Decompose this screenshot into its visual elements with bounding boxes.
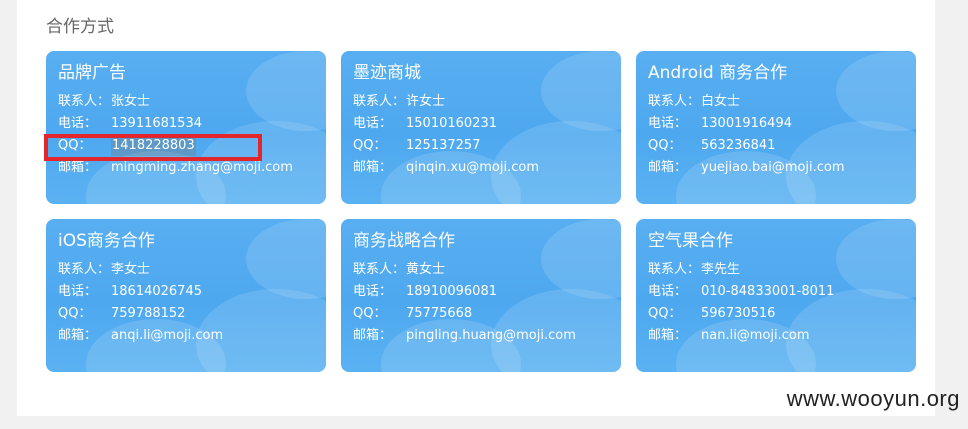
contact-value: 白女士: [701, 94, 741, 109]
card-title: 商务战略合作: [353, 231, 455, 251]
qq-row: QQ： 125137257: [353, 136, 480, 156]
contact-card: Android 商务合作 联系人：白女士 电话： 13001916494 QQ： 5632…: [636, 51, 916, 204]
email-label: 邮箱：: [648, 160, 688, 175]
email-label: 邮箱：: [58, 160, 98, 175]
card-title: 墨迹商城: [353, 63, 421, 83]
email-value[interactable]: yuejiao.bai@moji.com: [701, 158, 845, 178]
contact-label: 联系人：: [648, 262, 701, 277]
phone-value: 13001916494: [701, 116, 792, 131]
contact-label: 联系人：: [353, 262, 406, 277]
card-title: iOS商务合作: [58, 231, 155, 251]
contact-label: 联系人：: [58, 262, 111, 277]
contact-card: 商务战略合作 联系人：黄女士 电话： 18910096081 QQ： 75775668 邮箱…: [341, 219, 621, 372]
qq-label: QQ：: [353, 306, 387, 321]
contact-row: 联系人：李女士: [58, 260, 150, 280]
cloud-decoration: [541, 219, 621, 299]
cloud-decoration: [836, 219, 916, 299]
qq-label: QQ：: [58, 138, 92, 153]
contact-label: 联系人：: [648, 94, 701, 109]
qq-label: QQ：: [648, 306, 682, 321]
email-value[interactable]: pingling.huang@moji.com: [406, 326, 576, 346]
qq-row: QQ： 759788152: [58, 304, 185, 324]
contact-card: 品牌广告 联系人：张女士 电话： 13911681534 QQ： 1418228803 邮箱…: [46, 51, 326, 204]
phone-row: 电话： 18614026745: [58, 282, 202, 302]
qq-row: QQ： 75775668: [353, 304, 472, 324]
contact-label: 联系人：: [58, 94, 111, 109]
qq-label: QQ：: [648, 138, 682, 153]
email-row: 邮箱： qinqin.xu@moji.com: [353, 158, 539, 178]
cloud-decoration: [246, 219, 326, 299]
phone-row: 电话： 18910096081: [353, 282, 497, 302]
contact-card: 空气果合作 联系人：李先生 电话： 010-84833001-8011 QQ： 59673…: [636, 219, 916, 372]
email-row: 邮箱： yuejiao.bai@moji.com: [648, 158, 845, 178]
contact-row: 联系人：白女士: [648, 92, 740, 112]
email-label: 邮箱：: [353, 160, 393, 175]
email-row: 邮箱： nan.li@moji.com: [648, 326, 810, 346]
email-value[interactable]: qinqin.xu@moji.com: [406, 158, 539, 178]
email-value[interactable]: anqi.li@moji.com: [111, 326, 223, 346]
qq-row: QQ： 1418228803: [58, 136, 196, 156]
phone-label: 电话：: [58, 284, 98, 299]
contact-row: 联系人：李先生: [648, 260, 740, 280]
contact-value: 张女士: [111, 94, 151, 109]
card-title: Android 商务合作: [648, 63, 788, 83]
phone-value: 13911681534: [111, 116, 202, 131]
contact-value: 黄女士: [406, 262, 446, 277]
qq-value: 759788152: [111, 306, 186, 321]
watermark: www.wooyun.org: [786, 386, 960, 411]
email-row: 邮箱： mingming.zhang@moji.com: [58, 158, 293, 178]
qq-value: 596730516: [701, 306, 776, 321]
phone-row: 电话： 15010160231: [353, 114, 497, 134]
phone-row: 电话： 13001916494: [648, 114, 792, 134]
contact-value: 李先生: [701, 262, 741, 277]
card-title: 品牌广告: [58, 63, 126, 83]
phone-value: 15010160231: [406, 116, 497, 131]
phone-value: 18614026745: [111, 284, 202, 299]
phone-value: 18910096081: [406, 284, 497, 299]
section-title: 合作方式: [46, 17, 114, 37]
contact-value: 李女士: [111, 262, 151, 277]
phone-row: 电话： 13911681534: [58, 114, 202, 134]
cloud-decoration: [836, 51, 916, 131]
email-row: 邮箱： anqi.li@moji.com: [58, 326, 223, 346]
contact-row: 联系人：黄女士: [353, 260, 445, 280]
phone-label: 电话：: [648, 116, 688, 131]
cloud-decoration: [246, 51, 326, 131]
qq-label: QQ：: [58, 306, 92, 321]
qq-value: 125137257: [406, 138, 481, 153]
qq-label: QQ：: [353, 138, 387, 153]
phone-label: 电话：: [353, 284, 393, 299]
email-label: 邮箱：: [353, 328, 393, 343]
contact-card: 墨迹商城 联系人：许女士 电话： 15010160231 QQ： 125137257 邮箱：…: [341, 51, 621, 204]
phone-label: 电话：: [353, 116, 393, 131]
email-label: 邮箱：: [648, 328, 688, 343]
contact-row: 联系人：张女士: [58, 92, 150, 112]
email-value[interactable]: nan.li@moji.com: [701, 326, 810, 346]
phone-label: 电话：: [58, 116, 98, 131]
phone-row: 电话： 010-84833001-8011: [648, 282, 834, 302]
email-value[interactable]: mingming.zhang@moji.com: [111, 158, 293, 178]
contact-label: 联系人：: [353, 94, 406, 109]
contact-value: 许女士: [406, 94, 446, 109]
contact-row: 联系人：许女士: [353, 92, 445, 112]
qq-value: 75775668: [406, 306, 473, 321]
email-row: 邮箱： pingling.huang@moji.com: [353, 326, 576, 346]
email-label: 邮箱：: [58, 328, 98, 343]
qq-value: 1418228803: [111, 136, 196, 156]
phone-value: 010-84833001-8011: [701, 284, 835, 299]
qq-row: QQ： 563236841: [648, 136, 775, 156]
cloud-decoration: [541, 51, 621, 131]
phone-label: 电话：: [648, 284, 688, 299]
qq-value: 563236841: [701, 138, 776, 153]
qq-row: QQ： 596730516: [648, 304, 775, 324]
card-title: 空气果合作: [648, 231, 733, 251]
contact-card: iOS商务合作 联系人：李女士 电话： 18614026745 QQ： 759788152…: [46, 219, 326, 372]
